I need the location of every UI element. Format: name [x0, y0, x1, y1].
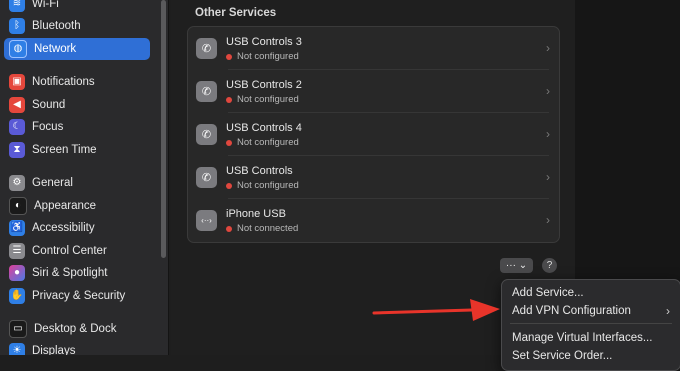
sidebar-item-label: Control Center — [32, 245, 107, 257]
chevron-right-icon: › — [546, 170, 550, 184]
control-center-icon: ☰ — [9, 243, 25, 259]
help-button[interactable]: ? — [542, 258, 557, 273]
service-name: iPhone USB — [226, 208, 286, 220]
sidebar-item-label: Displays — [32, 345, 76, 355]
phone-icon: ✆ — [196, 124, 217, 145]
sidebar-item-focus[interactable]: ☾ Focus — [4, 116, 150, 138]
bell-icon: ▣ — [9, 74, 25, 90]
display-icon: ☀ — [9, 343, 25, 355]
sidebar-item-appearance[interactable]: ◐ Appearance — [4, 195, 150, 217]
phone-icon: ✆ — [196, 81, 217, 102]
sidebar-item-label: Focus — [32, 121, 64, 133]
chevron-right-icon: › — [666, 304, 670, 318]
sidebar-item-desktop-dock[interactable]: ▭ Desktop & Dock — [4, 318, 150, 340]
sidebar-item-displays[interactable]: ☀ Displays — [4, 340, 150, 355]
sidebar-item-control-center[interactable]: ☰ Control Center — [4, 240, 150, 262]
hand-icon: ✋ — [9, 288, 25, 304]
service-row[interactable]: ✆ USB Controls Not configured › — [188, 156, 559, 199]
service-status-text: Not configured — [237, 51, 299, 62]
sidebar-item-label: Desktop & Dock — [34, 323, 117, 335]
appearance-icon: ◐ — [9, 197, 27, 215]
service-name: USB Controls 4 — [226, 122, 302, 134]
wifi-icon: ≋ — [9, 0, 25, 12]
sidebar-item-label: Network — [34, 43, 77, 55]
phone-icon: ✆ — [196, 167, 217, 188]
chevron-right-icon: › — [546, 41, 550, 55]
menu-item-add-vpn-configuration[interactable]: Add VPN Configuration — [512, 305, 631, 317]
sidebar: ≋ Wi-Fi ᛒ Bluetooth ◍ Network ▣ Notifica… — [0, 0, 169, 355]
sidebar-item-bluetooth[interactable]: ᛒ Bluetooth — [4, 15, 150, 37]
annotation-arrow-icon — [372, 299, 500, 321]
sidebar-item-label: Bluetooth — [32, 20, 81, 32]
sidebar-item-label: Accessibility — [32, 222, 95, 234]
sidebar-item-label: General — [32, 177, 73, 189]
service-status-text: Not connected — [237, 223, 299, 234]
service-name: USB Controls — [226, 165, 293, 177]
chevron-right-icon: › — [546, 213, 550, 227]
service-status: Not configured — [226, 137, 299, 148]
action-menu: Add Service... Add VPN Configuration › M… — [501, 279, 680, 371]
sidebar-scrollbar[interactable] — [161, 0, 166, 258]
sidebar-item-general[interactable]: ⚙ General — [4, 172, 150, 194]
status-dot-icon — [226, 182, 232, 189]
service-row[interactable]: ✆ USB Controls 3 Not configured › — [188, 27, 559, 70]
sidebar-item-sound[interactable]: ◀ Sound — [4, 94, 150, 116]
status-dot-icon — [226, 139, 232, 146]
menu-divider — [510, 323, 672, 324]
accessibility-icon: ♿ — [9, 220, 25, 236]
phone-icon: ✆ — [196, 38, 217, 59]
service-status: Not configured — [226, 180, 299, 191]
menu-item-set-service-order[interactable]: Set Service Order... — [512, 350, 612, 362]
status-dot-icon — [226, 225, 232, 232]
sidebar-item-network[interactable]: ◍ Network — [4, 38, 150, 60]
service-row[interactable]: ✆ USB Controls 4 Not configured › — [188, 113, 559, 156]
service-name: USB Controls 3 — [226, 36, 302, 48]
chevron-right-icon: › — [546, 127, 550, 141]
speaker-icon: ◀ — [9, 97, 25, 113]
service-status-text: Not configured — [237, 137, 299, 148]
service-status-text: Not configured — [237, 94, 299, 105]
service-name: USB Controls 2 — [226, 79, 302, 91]
moon-icon: ☾ — [9, 119, 25, 135]
menu-item-manage-virtual-interfaces[interactable]: Manage Virtual Interfaces... — [512, 332, 652, 344]
sidebar-item-label: Notifications — [32, 76, 95, 88]
sidebar-item-accessibility[interactable]: ♿ Accessibility — [4, 217, 150, 239]
service-status: Not configured — [226, 94, 299, 105]
gear-icon: ⚙ — [9, 175, 25, 191]
service-status-text: Not configured — [237, 180, 299, 191]
section-title: Other Services — [195, 7, 277, 19]
menu-item-add-service[interactable]: Add Service... — [512, 287, 584, 299]
sidebar-item-label: Siri & Spotlight — [32, 267, 108, 279]
sidebar-item-notifications[interactable]: ▣ Notifications — [4, 71, 150, 93]
sidebar-item-label: Wi-Fi — [32, 0, 59, 10]
hourglass-icon: ⧗ — [9, 142, 25, 158]
sidebar-item-label: Screen Time — [32, 144, 97, 156]
bluetooth-icon: ᛒ — [9, 18, 25, 34]
sidebar-item-siri-spotlight[interactable]: ● Siri & Spotlight — [4, 262, 150, 284]
siri-icon: ● — [9, 265, 25, 281]
sidebar-item-screen-time[interactable]: ⧗ Screen Time — [4, 139, 150, 161]
service-status: Not connected — [226, 223, 298, 234]
status-dot-icon — [226, 96, 232, 103]
services-list: ✆ USB Controls 3 Not configured › ✆ USB … — [187, 26, 560, 243]
usb-connection-icon: ‹··› — [196, 210, 217, 231]
chevron-right-icon: › — [546, 84, 550, 98]
service-row[interactable]: ‹··› iPhone USB Not connected › — [188, 199, 559, 242]
globe-icon: ◍ — [9, 40, 27, 58]
more-actions-button[interactable]: ··· ⌄ — [500, 258, 533, 273]
service-status: Not configured — [226, 51, 299, 62]
service-row[interactable]: ✆ USB Controls 2 Not configured › — [188, 70, 559, 113]
sidebar-item-privacy-security[interactable]: ✋ Privacy & Security — [4, 285, 150, 307]
sidebar-item-wifi[interactable]: ≋ Wi-Fi — [4, 0, 150, 15]
dock-icon: ▭ — [9, 320, 27, 338]
status-dot-icon — [226, 53, 232, 60]
sidebar-item-label: Sound — [32, 99, 66, 111]
sidebar-item-label: Appearance — [34, 200, 97, 212]
sidebar-item-label: Privacy & Security — [32, 290, 126, 302]
